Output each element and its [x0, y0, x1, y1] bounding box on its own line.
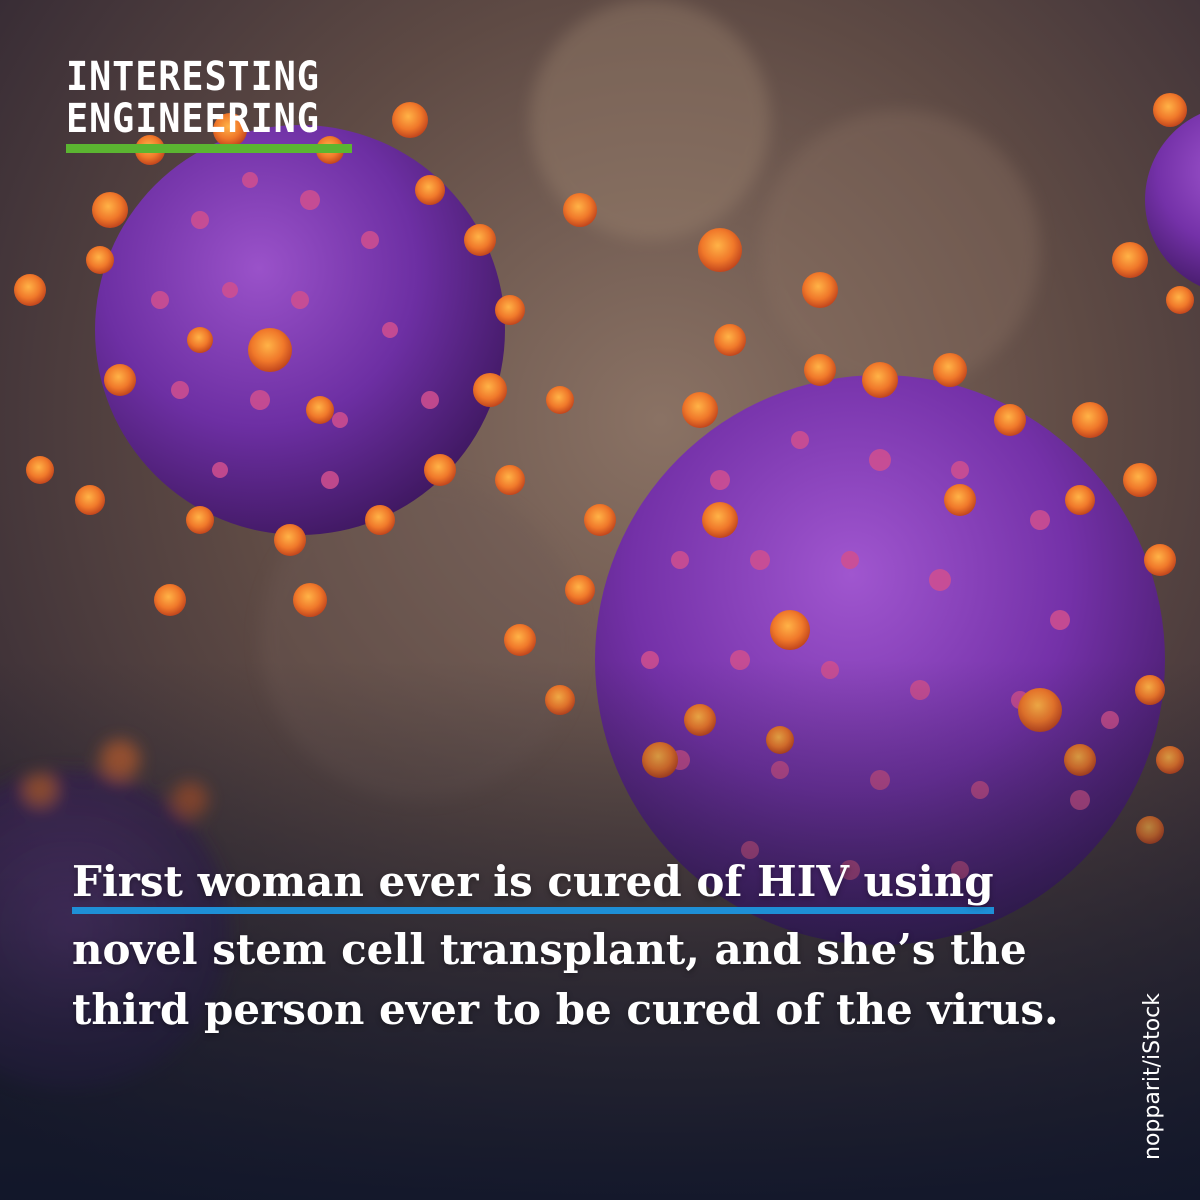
logo-text-line-1: INTERESTING: [66, 54, 320, 100]
photo-credit: nopparit/iStock: [1140, 992, 1165, 1160]
logo-accent-bar: [66, 144, 352, 153]
post-card: INTERESTING ENGINEERING First woman ever…: [0, 0, 1200, 1200]
headline-line-2: novel stem cell transplant, and she’s th…: [72, 925, 1027, 974]
logo-text-line-2: ENGINEERING: [66, 96, 320, 142]
headline-line-3: third person ever to be cured of the vir…: [72, 985, 1059, 1034]
headline: First woman ever is cured of HIV using n…: [72, 852, 1132, 1040]
headline-line-1: First woman ever is cured of HIV using: [72, 857, 994, 914]
brand-logo[interactable]: INTERESTING ENGINEERING: [66, 54, 356, 153]
